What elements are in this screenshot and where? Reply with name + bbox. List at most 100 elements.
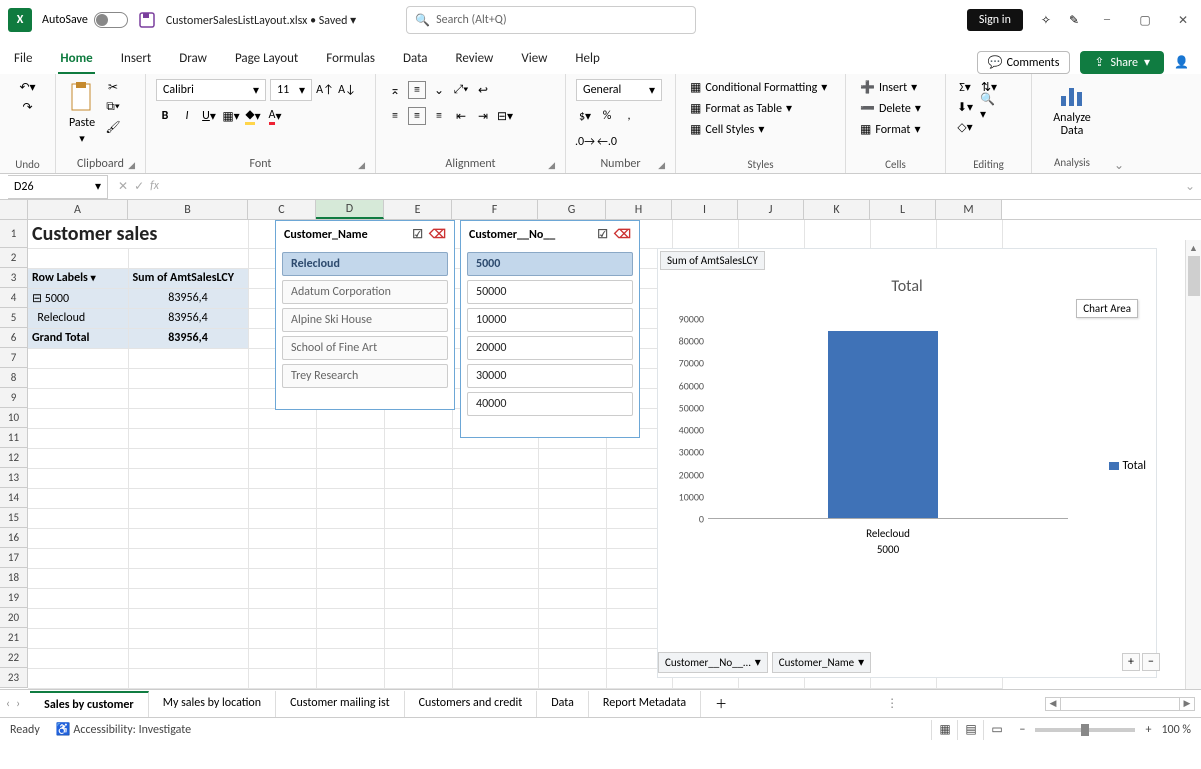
- chart-filter[interactable]: Customer_Name ▾: [772, 652, 871, 673]
- row-header-19[interactable]: 19: [0, 588, 28, 608]
- enter-icon[interactable]: ✓: [134, 179, 144, 194]
- row-header-21[interactable]: 21: [0, 628, 28, 648]
- zoom-in[interactable]: +: [1145, 723, 1151, 737]
- autosave-toggle[interactable]: AutoSave: [42, 12, 128, 28]
- accessibility-status[interactable]: ♿ Accessibility: Investigate: [56, 722, 191, 737]
- scroll-left[interactable]: ◀: [1045, 697, 1061, 711]
- column-header-H[interactable]: H: [606, 200, 672, 219]
- slicer-item[interactable]: 40000: [467, 392, 633, 416]
- sheet-tab-report-metadata[interactable]: Report Metadata: [589, 691, 701, 717]
- slicer-item[interactable]: Adatum Corporation: [282, 280, 448, 304]
- row-header-2[interactable]: 2: [0, 248, 28, 268]
- row-header-16[interactable]: 16: [0, 528, 28, 548]
- row-header-6[interactable]: 6: [0, 328, 28, 348]
- formula-expand-icon[interactable]: ⌄: [1185, 179, 1201, 194]
- cancel-icon[interactable]: ✕: [118, 179, 128, 194]
- sheet-next-icon[interactable]: ›: [16, 697, 20, 711]
- copy-icon[interactable]: ⧉▾: [104, 98, 122, 116]
- multiselect-icon[interactable]: ☑: [412, 227, 423, 242]
- minimize-button[interactable]: ─: [1097, 13, 1117, 27]
- zoom-slider[interactable]: [1035, 728, 1135, 732]
- percent-icon[interactable]: %: [598, 107, 616, 125]
- row-header-7[interactable]: 7: [0, 348, 28, 368]
- zoom-value[interactable]: 100 %: [1161, 723, 1191, 737]
- formula-input[interactable]: [165, 176, 1165, 198]
- chart-value-field[interactable]: Sum of AmtSalesLCY: [660, 251, 765, 270]
- tab-formulas[interactable]: Formulas: [324, 45, 377, 74]
- row-header-1[interactable]: 1: [0, 220, 28, 248]
- grow-font-icon[interactable]: A↑: [316, 81, 334, 99]
- indent-decrease[interactable]: ⇤: [452, 107, 470, 125]
- scroll-thumb[interactable]: [1188, 256, 1200, 296]
- row-header-23[interactable]: 23: [0, 668, 28, 688]
- format-painter-icon[interactable]: 🖌: [104, 118, 122, 136]
- redo-button[interactable]: ↷: [19, 98, 37, 116]
- accounting-icon[interactable]: $▾: [576, 107, 594, 125]
- row-header-14[interactable]: 14: [0, 488, 28, 508]
- fill[interactable]: ⬇▾: [956, 98, 974, 116]
- share-button[interactable]: ⇪ Share ▾: [1080, 51, 1164, 74]
- row-header-18[interactable]: 18: [0, 568, 28, 588]
- sheet-prev-icon[interactable]: ‹: [6, 697, 10, 711]
- row-header-4[interactable]: 4: [0, 288, 28, 308]
- tab-home[interactable]: Home: [58, 45, 94, 74]
- underline-button[interactable]: U▾: [200, 107, 218, 125]
- chart-plus-button[interactable]: +: [1122, 653, 1140, 671]
- align-left[interactable]: ≡: [386, 107, 404, 125]
- sheet-tab-customers-and-credit[interactable]: Customers and credit: [405, 691, 538, 717]
- pivot-row-label[interactable]: Relecloud: [28, 308, 128, 328]
- column-header-J[interactable]: J: [738, 200, 804, 219]
- font-launcher[interactable]: ◢: [358, 160, 365, 171]
- column-header-A[interactable]: A: [28, 200, 128, 219]
- sheet-tab-sales-by-customer[interactable]: Sales by customer: [30, 691, 149, 717]
- delete-cells[interactable]: ➖ Delete ▾: [856, 99, 925, 118]
- row-header-17[interactable]: 17: [0, 548, 28, 568]
- row-header-11[interactable]: 11: [0, 428, 28, 448]
- name-box[interactable]: D26▾: [8, 175, 108, 199]
- bold-button[interactable]: B: [156, 107, 174, 125]
- zoom-out[interactable]: −: [1019, 723, 1025, 737]
- paste-button[interactable]: Paste▾: [66, 78, 98, 147]
- row-header-20[interactable]: 20: [0, 608, 28, 628]
- align-middle[interactable]: ≡: [408, 81, 426, 99]
- clear[interactable]: ◇▾: [956, 118, 974, 136]
- font-color-button[interactable]: A▾: [266, 107, 284, 125]
- comments-button[interactable]: 💬 Comments: [977, 51, 1071, 74]
- merge-center[interactable]: ⊟▾: [496, 107, 514, 125]
- spreadsheet-grid[interactable]: ABCDEFGHIJKLM 12345678910111213141516171…: [0, 200, 1201, 689]
- find-select[interactable]: 🔍▾: [980, 98, 998, 116]
- row-header-5[interactable]: 5: [0, 308, 28, 328]
- slicer-item[interactable]: 10000: [467, 308, 633, 332]
- pivot-row-label[interactable]: ⊟ 5000: [28, 288, 128, 308]
- horizontal-scrollbar[interactable]: ◀▶: [1045, 697, 1195, 711]
- clear-filter-icon[interactable]: ⌫: [614, 227, 631, 242]
- slicer-item[interactable]: 50000: [467, 280, 633, 304]
- column-header-B[interactable]: B: [128, 200, 248, 219]
- scroll-right[interactable]: ▶: [1179, 697, 1195, 711]
- column-header-D[interactable]: D: [316, 200, 384, 219]
- slicer-item[interactable]: Alpine Ski House: [282, 308, 448, 332]
- tab-view[interactable]: View: [519, 45, 549, 74]
- autosum[interactable]: Σ▾: [956, 78, 974, 96]
- pencil-icon[interactable]: ✎: [1069, 13, 1079, 28]
- insert-cells[interactable]: ➕ Insert ▾: [856, 78, 921, 97]
- row-header-12[interactable]: 12: [0, 448, 28, 468]
- slicer-item[interactable]: Trey Research: [282, 364, 448, 388]
- cell-styles[interactable]: ▦ Cell Styles ▾: [686, 120, 768, 139]
- view-page-layout[interactable]: ▤: [957, 720, 983, 740]
- align-center[interactable]: ≡: [408, 107, 426, 125]
- row-header-10[interactable]: 10: [0, 408, 28, 428]
- row-header-8[interactable]: 8: [0, 368, 28, 388]
- scroll-up[interactable]: ▲: [1186, 240, 1201, 256]
- border-button[interactable]: ▦▾: [222, 107, 240, 125]
- column-header-C[interactable]: C: [248, 200, 316, 219]
- multiselect-icon[interactable]: ☑: [597, 227, 608, 242]
- slicer-item[interactable]: 20000: [467, 336, 633, 360]
- row-header-22[interactable]: 22: [0, 648, 28, 668]
- font-size-select[interactable]: 11▾: [270, 79, 312, 101]
- chart-bar[interactable]: [828, 331, 938, 518]
- slicer-item[interactable]: 5000: [467, 252, 633, 276]
- autosave-switch-track[interactable]: [94, 12, 128, 28]
- shrink-font-icon[interactable]: A↓: [338, 81, 356, 99]
- indent-increase[interactable]: ⇥: [474, 107, 492, 125]
